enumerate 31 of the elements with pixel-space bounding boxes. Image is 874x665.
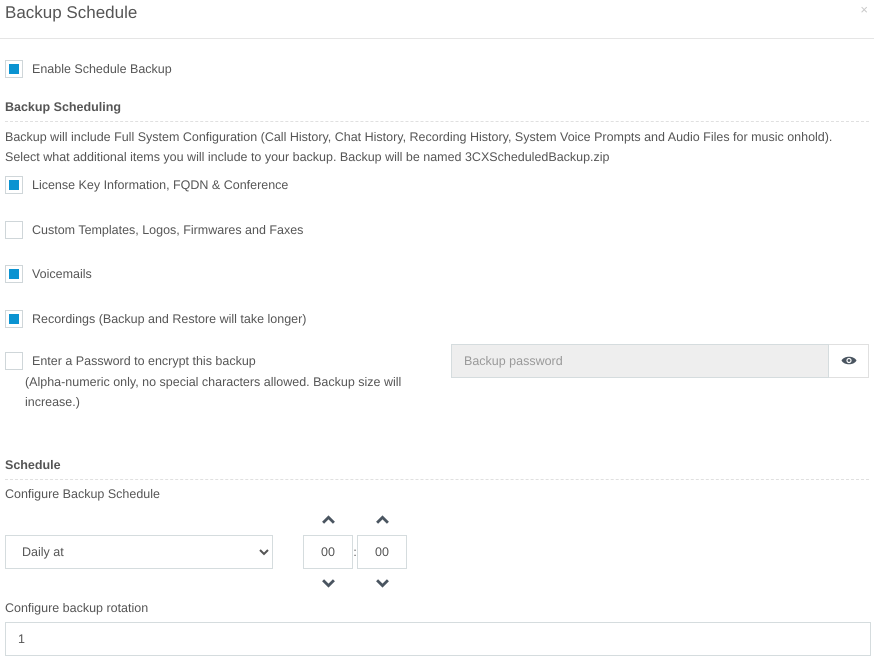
eye-icon (840, 355, 856, 366)
checkbox[interactable] (5, 265, 23, 283)
minute-down-button[interactable] (376, 578, 388, 588)
checkbox-label: Enter a Password to encrypt this backup (32, 354, 256, 368)
checkbox[interactable] (5, 310, 23, 328)
checkbox[interactable] (5, 60, 23, 78)
checkbox[interactable] (5, 220, 23, 238)
checkbox[interactable] (5, 352, 23, 370)
frequency-dropdown[interactable]: Daily at (5, 534, 273, 568)
checkbox-label: Enable Schedule Backup (32, 62, 172, 76)
dialog-title: Backup Schedule (5, 3, 138, 23)
section-heading: Schedule (5, 458, 869, 480)
checkbox-label: Recordings (Backup and Restore will take longer) (32, 312, 306, 326)
show-password-button[interactable] (829, 344, 869, 378)
minute-up-button[interactable] (376, 514, 388, 524)
rotation-field[interactable]: 1 (5, 622, 871, 656)
time-separator: : (353, 544, 357, 558)
checkbox[interactable] (5, 176, 23, 194)
description-text: Backup will include Full System Configuration (Call History, Chat History, Recording History, System Voice Prompts and Audio Files for music onhold). (5, 129, 834, 146)
hour-down-button[interactable] (322, 578, 334, 588)
hour-field[interactable]: 00 (303, 534, 353, 568)
checkbox-label: License Key Information, FQDN & Conference (32, 178, 288, 192)
checkbox-label: Voicemails (32, 267, 92, 281)
minute-field[interactable]: 00 (357, 534, 407, 568)
password-note: (Alpha-numeric only, no special characters allowed. Backup size will increase.) (25, 374, 402, 411)
section-heading: Backup Scheduling (5, 100, 869, 122)
hour-up-button[interactable] (322, 514, 334, 524)
description-text: Select what additional items you will include to your backup. Backup will be named 3CXScheduledBackup.zip (5, 149, 611, 166)
field-label: Configure Backup Schedule (5, 486, 161, 500)
checkbox-label: Custom Templates, Logos, Firmwares and Faxes (32, 222, 304, 236)
field-label: Configure backup rotation (5, 600, 150, 614)
